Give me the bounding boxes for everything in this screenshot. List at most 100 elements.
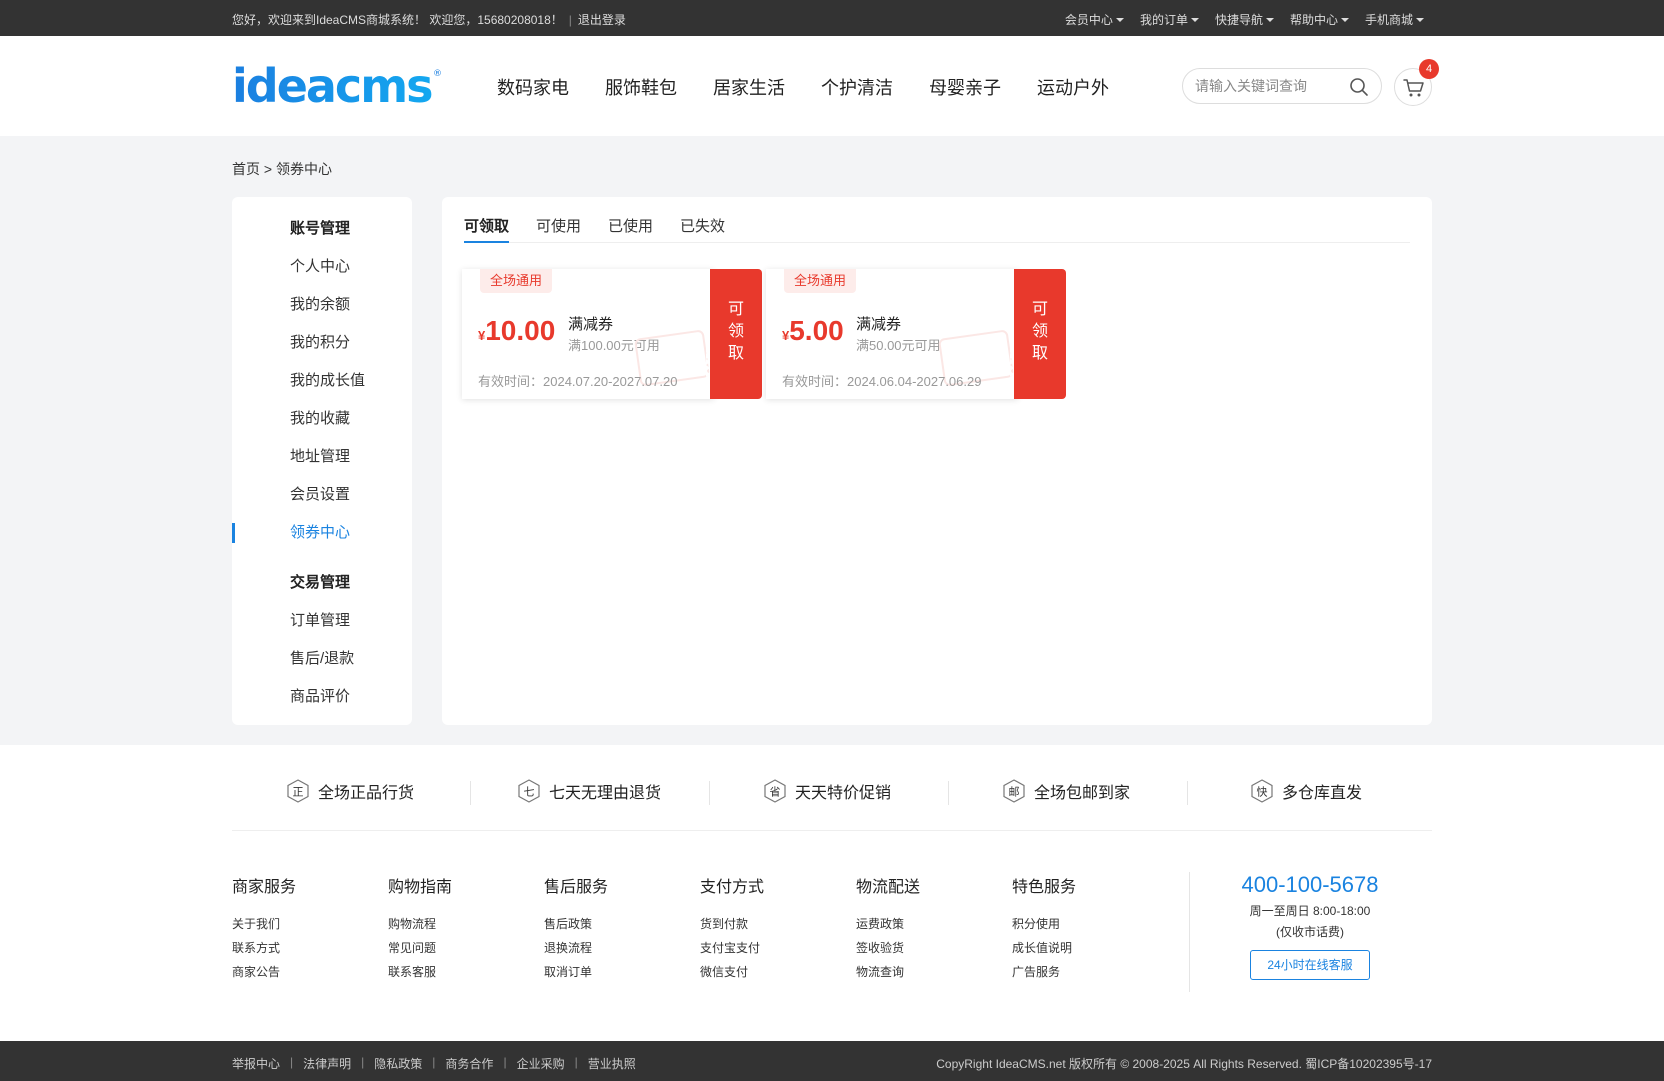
main-nav: 数码家电 服饰鞋包 居家生活 个护清洁 母婴亲子 运动户外 [497,74,1109,100]
help-center-label: 帮助中心 [1289,13,1338,27]
bottom-separator: | [503,1055,507,1069]
search-icon[interactable] [1349,77,1369,97]
sidebar-item-reviews[interactable]: 商品评价 [290,685,350,706]
sidebar-item-points[interactable]: 我的积分 [290,331,350,352]
feature-divider [1187,781,1188,805]
mobile-store-menu[interactable]: 手机商城 [1365,11,1424,28]
feature-icon-char: 快 [1257,786,1268,799]
member-center-menu[interactable]: 会员中心 [1065,11,1124,28]
help-center-menu[interactable]: 帮助中心 [1290,11,1349,28]
footer-link[interactable]: 商家公告 [232,963,296,987]
logo-text: ideacms [232,60,432,112]
footer-link[interactable]: 关于我们 [232,915,296,939]
logout-link[interactable]: 退出登录 [578,13,626,27]
cart-button[interactable]: 4 [1394,59,1439,106]
footer-link[interactable]: 取消订单 [544,963,608,987]
feature-label: 七天无理由退货 [549,785,662,802]
footer-col-special: 特色服务 积分使用 成长值说明 广告服务 [1012,873,1076,987]
chevron-down-icon [1265,17,1274,22]
footer-link[interactable]: 运费政策 [856,915,920,939]
footer-col-merchant: 商家服务 关于我们 联系方式 商家公告 [232,873,296,987]
bottom-link-report[interactable]: 举报中心 [232,1055,280,1072]
sidebar-item-profile[interactable]: 个人中心 [290,255,350,276]
chevron-down-icon [1416,17,1424,22]
member-center-label: 会员中心 [1064,13,1113,27]
nav-item-personal-care[interactable]: 个护清洁 [821,74,893,100]
bottom-link-license[interactable]: 营业执照 [588,1055,636,1072]
footer-link[interactable]: 常见问题 [388,939,452,963]
breadcrumb: 首页 > 领券中心 [232,161,332,177]
footer-link[interactable]: 微信支付 [700,963,764,987]
online-service-button[interactable]: 24小时在线客服 [1250,950,1370,980]
nav-item-sports[interactable]: 运动户外 [1037,74,1109,100]
footer-link[interactable]: 购物流程 [388,915,452,939]
site-footer: 正 全场正品行货 七 七天无理由退货 省 天天特价促销 邮 全场包邮到家 快 多… [0,745,1664,1041]
footer-link[interactable]: 积分使用 [1012,915,1076,939]
bottom-separator: | [361,1055,365,1069]
claim-label: 可领取 [1032,301,1049,362]
genuine-icon: 正 [287,779,309,803]
chevron-down-icon [1190,17,1199,22]
discount-icon: 省 [764,779,786,803]
coupon-body: 全场通用 ¥10.00 满减券 满100.00元可用 有效时间：2024.07.… [462,269,714,399]
tab-used[interactable]: 已使用 [608,215,653,243]
nav-item-apparel[interactable]: 服饰鞋包 [605,74,677,100]
bottom-link-legal[interactable]: 法律声明 [303,1055,351,1072]
sidebar-group-account: 账号管理 [290,220,351,237]
footer-link[interactable]: 成长值说明 [1012,939,1076,963]
footer-link[interactable]: 退换流程 [544,939,608,963]
footer-link[interactable]: 支付宝支付 [700,939,764,963]
claim-coupon-button[interactable]: 可领取 [1010,269,1066,399]
coupon-validity: 有效时间：2024.06.04-2027.06.29 [782,374,982,389]
feature-label: 天天特价促销 [795,785,892,802]
service-hours: 周一至周日 8:00-18:00 [1249,904,1371,918]
footer-link[interactable]: 签收验货 [856,939,920,963]
sidebar-item-refund[interactable]: 售后/退款 [290,647,354,668]
footer-col-logistics: 物流配送 运费政策 签收验货 物流查询 [856,873,920,987]
mobile-store-label: 手机商城 [1364,13,1413,27]
my-orders-menu[interactable]: 我的订单 [1140,11,1199,28]
nav-item-home[interactable]: 居家生活 [713,74,785,100]
service-features: 正 全场正品行货 七 七天无理由退货 省 天天特价促销 邮 全场包邮到家 快 多… [232,745,1432,831]
footer-link[interactable]: 售后政策 [544,915,608,939]
nav-item-digital[interactable]: 数码家电 [497,74,569,100]
coupon-amount: 10.00 [485,315,556,346]
sidebar-item-growth[interactable]: 我的成长值 [290,369,365,390]
coupon-scope-tag: 全场通用 [784,269,857,293]
seven-day-return-icon: 七 [518,779,540,803]
footer-link[interactable]: 广告服务 [1012,963,1076,987]
coupon-price: ¥5.00 [782,315,844,347]
hotline-number: 400-100-5678 [1241,872,1379,897]
ticket-edge [706,269,710,399]
site-logo[interactable]: ideacms ® [232,60,442,112]
footer-link[interactable]: 联系方式 [232,939,296,963]
footer-link[interactable]: 物流查询 [856,963,920,987]
coupon-amount: 5.00 [789,315,844,346]
bottom-link-business[interactable]: 商务合作 [445,1055,493,1072]
feature-free-shipping: 邮 全场包邮到家 [1002,779,1130,803]
nav-item-baby[interactable]: 母婴亲子 [929,74,1001,100]
footer-link[interactable]: 货到付款 [700,915,764,939]
bottom-link-privacy[interactable]: 隐私政策 [374,1055,422,1072]
sidebar-item-balance[interactable]: 我的余额 [290,293,350,314]
sidebar-item-coupon-center[interactable]: 领券中心 [290,521,350,542]
sidebar-item-orders[interactable]: 订单管理 [290,609,350,630]
tab-available[interactable]: 可领取 [464,215,510,243]
tab-usable[interactable]: 可使用 [536,215,581,243]
tab-expired[interactable]: 已失效 [680,215,725,243]
search-input[interactable] [1195,69,1345,103]
footer-col-payment: 支付方式 货到付款 支付宝支付 微信支付 [700,873,764,987]
footer-link[interactable]: 联系客服 [388,963,452,987]
sidebar-item-address[interactable]: 地址管理 [290,445,350,466]
feature-genuine: 正 全场正品行货 [286,779,414,803]
coupon-condition: 满50.00元可用 [856,338,941,353]
my-orders-label: 我的订单 [1139,13,1188,27]
chevron-down-icon [1115,17,1124,22]
sidebar-item-favorites[interactable]: 我的收藏 [290,407,350,428]
cart-icon [1403,79,1424,97]
claim-coupon-button[interactable]: 可领取 [706,269,762,399]
coupon-scope-tag: 全场通用 [480,269,553,293]
quick-nav-menu[interactable]: 快捷导航 [1215,11,1274,28]
sidebar-item-settings[interactable]: 会员设置 [290,483,350,504]
bottom-link-enterprise[interactable]: 企业采购 [517,1055,565,1072]
